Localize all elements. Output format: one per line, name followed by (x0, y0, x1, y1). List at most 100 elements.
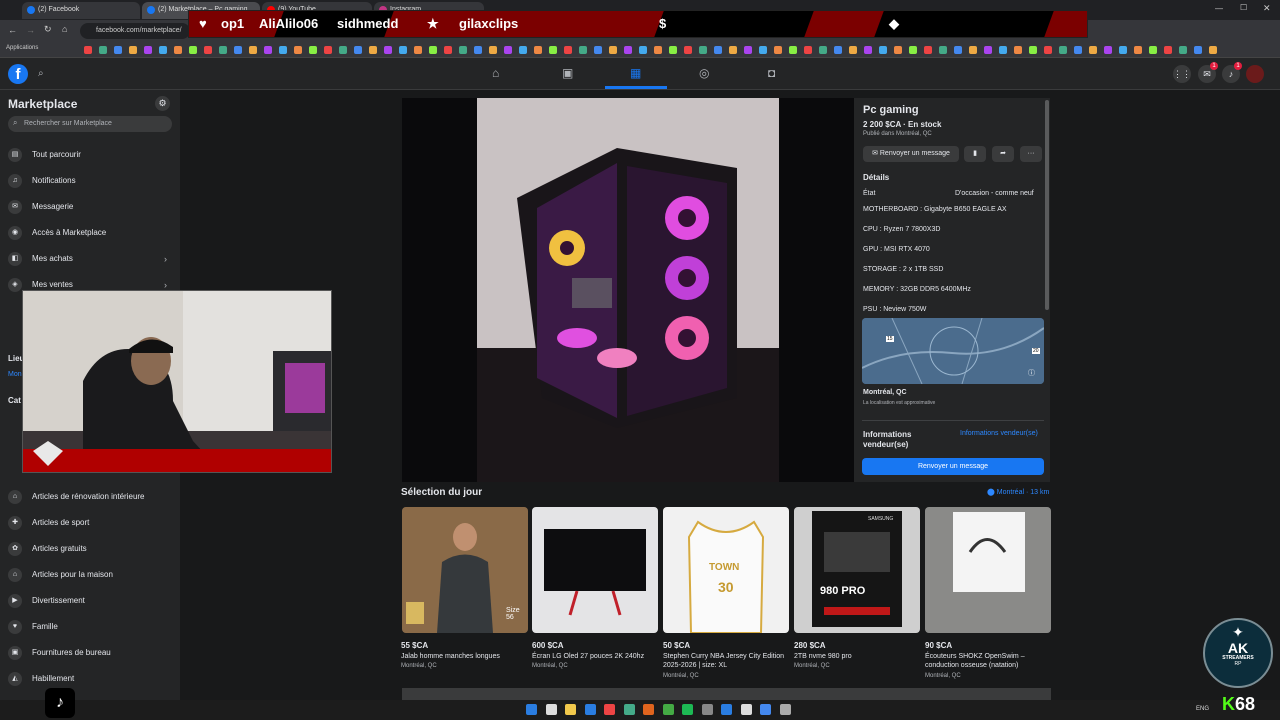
browser-tab[interactable]: (2) Facebook (22, 2, 140, 19)
bookmark-icon[interactable] (1194, 46, 1202, 54)
gaming-nav-icon[interactable]: ◘ (768, 66, 775, 80)
bookmark-icon[interactable] (804, 46, 812, 54)
panel-scrollbar[interactable] (1045, 100, 1049, 310)
bookmark-icon[interactable] (444, 46, 452, 54)
more-options-button[interactable]: ··· (1020, 146, 1042, 162)
bookmark-icon[interactable] (234, 46, 242, 54)
taskbar-app-icon[interactable] (526, 704, 537, 715)
taskbar-app-icon[interactable] (604, 704, 615, 715)
bookmark-icon[interactable] (474, 46, 482, 54)
marketplace-nav-icon[interactable]: ▦ (630, 66, 641, 80)
bookmark-icon[interactable] (684, 46, 692, 54)
minimize-icon[interactable]: — (1215, 4, 1223, 13)
bookmark-icon[interactable] (294, 46, 302, 54)
marketplace-search-input[interactable]: ⌕ Rechercher sur Marketplace (8, 116, 172, 132)
bookmark-icon[interactable] (1074, 46, 1082, 54)
bookmark-icon[interactable] (999, 46, 1007, 54)
bookmark-icon[interactable] (519, 46, 527, 54)
taskbar-app-icon[interactable] (701, 704, 713, 715)
bookmark-icon[interactable] (969, 46, 977, 54)
sidebar-item[interactable]: ◭ Habillement (8, 670, 74, 688)
taskbar-app-icon[interactable] (760, 704, 771, 715)
location-link[interactable]: Mon (8, 371, 22, 378)
reload-icon[interactable]: ↻ (44, 24, 52, 35)
listing-card-image[interactable]: SAMSUNG 980 PRO (794, 507, 920, 633)
bookmark-icon[interactable] (174, 46, 182, 54)
bookmark-icon[interactable] (459, 46, 467, 54)
home-nav-icon[interactable]: ⌂ (492, 66, 499, 80)
bookmark-icon[interactable] (189, 46, 197, 54)
bookmark-icon[interactable] (954, 46, 962, 54)
taskbar-app-icon[interactable] (623, 704, 635, 715)
taskbar-app-icon[interactable] (682, 704, 693, 715)
bookmark-icon[interactable] (309, 46, 317, 54)
bookmark-icon[interactable] (609, 46, 617, 54)
sidebar-item[interactable]: ▣ Fournitures de bureau (8, 644, 111, 662)
bookmark-icon[interactable] (1209, 46, 1217, 54)
location-map[interactable]: 15 20 ⓘ (862, 318, 1044, 384)
bookmark-icon[interactable] (864, 46, 872, 54)
bookmark-icon[interactable] (84, 46, 92, 54)
sidebar-item[interactable]: ✿ Articles gratuits (8, 540, 87, 558)
listing-card-image[interactable] (532, 507, 658, 633)
bookmark-icon[interactable] (384, 46, 392, 54)
forward-icon[interactable]: → (26, 25, 35, 35)
resend-message-cta-button[interactable]: Renvoyer un message (862, 458, 1044, 475)
gear-icon[interactable]: ⚙ (155, 96, 170, 111)
bookmark-icon[interactable] (879, 46, 887, 54)
bookmark-icon[interactable] (159, 46, 167, 54)
bookmark-icon[interactable] (1119, 46, 1127, 54)
video-nav-icon[interactable]: ▣ (562, 66, 573, 80)
bookmark-icon[interactable] (834, 46, 842, 54)
sidebar-item[interactable]: ⌂ Articles de rénovation intérieure (8, 488, 145, 506)
search-icon[interactable]: ⌕ (38, 68, 44, 79)
bookmark-icon[interactable] (909, 46, 917, 54)
bookmark-icon[interactable] (369, 46, 377, 54)
listing-card-image[interactable] (925, 507, 1051, 633)
bookmark-icon[interactable] (249, 46, 257, 54)
listing-card-image[interactable]: TOWN 30 (663, 507, 789, 633)
bookmark-icon[interactable] (744, 46, 752, 54)
taskbar-app-icon[interactable] (721, 704, 732, 715)
bookmark-icon[interactable] (654, 46, 662, 54)
bookmark-icon[interactable] (219, 46, 227, 54)
bookmark-icon[interactable] (984, 46, 992, 54)
sidebar-item[interactable]: ✚ Articles de sport (8, 514, 89, 532)
bookmark-icon[interactable] (129, 46, 137, 54)
bookmark-icon[interactable] (939, 46, 947, 54)
bookmark-icon[interactable] (534, 46, 542, 54)
sidebar-item[interactable]: ▤ Tout parcourir (8, 146, 81, 164)
taskbar-app-icon[interactable] (643, 704, 654, 715)
bookmark-icon[interactable] (639, 46, 647, 54)
bookmark-icon[interactable] (819, 46, 827, 54)
info-icon[interactable]: ⓘ (1028, 368, 1035, 378)
bookmark-icon[interactable] (429, 46, 437, 54)
avatar[interactable] (1246, 65, 1264, 83)
sidebar-item[interactable]: ♫ Notifications (8, 172, 76, 190)
bookmark-icon[interactable] (1059, 46, 1067, 54)
card-title[interactable]: Stephen Curry NBA Jersey City Edition 20… (663, 652, 791, 670)
bookmark-icon[interactable] (489, 46, 497, 54)
close-window-icon[interactable]: ✕ (1263, 3, 1271, 14)
bookmark-icon[interactable] (624, 46, 632, 54)
bookmark-icon[interactable] (564, 46, 572, 54)
taskbar-app-icon[interactable] (779, 704, 791, 715)
listing-card-image[interactable]: Size 56 (402, 507, 528, 633)
card-title[interactable]: 2TB nvme 980 pro (794, 652, 922, 661)
bookmark-icon[interactable] (1134, 46, 1142, 54)
taskbar-app-icon[interactable] (584, 704, 596, 715)
facebook-logo-icon[interactable]: f (8, 64, 28, 84)
bookmark-icon[interactable] (354, 46, 362, 54)
bookmark-icon[interactable] (759, 46, 767, 54)
bookmark-icon[interactable] (114, 46, 122, 54)
bookmark-icon[interactable] (924, 46, 932, 54)
taskbar-app-icon[interactable] (565, 704, 576, 715)
sidebar-item[interactable]: ▶ Divertissement (8, 592, 85, 610)
sidebar-item[interactable]: ✉ Messagerie (8, 198, 73, 216)
groups-nav-icon[interactable]: ◎ (699, 66, 709, 80)
bookmark-icon[interactable] (594, 46, 602, 54)
sidebar-item[interactable]: ◧ Mes achats (8, 250, 73, 268)
menu-grid-icon[interactable]: ⋮⋮ (1173, 65, 1191, 83)
bookmark-icon[interactable] (504, 46, 512, 54)
taskbar-app-icon[interactable] (545, 704, 557, 715)
